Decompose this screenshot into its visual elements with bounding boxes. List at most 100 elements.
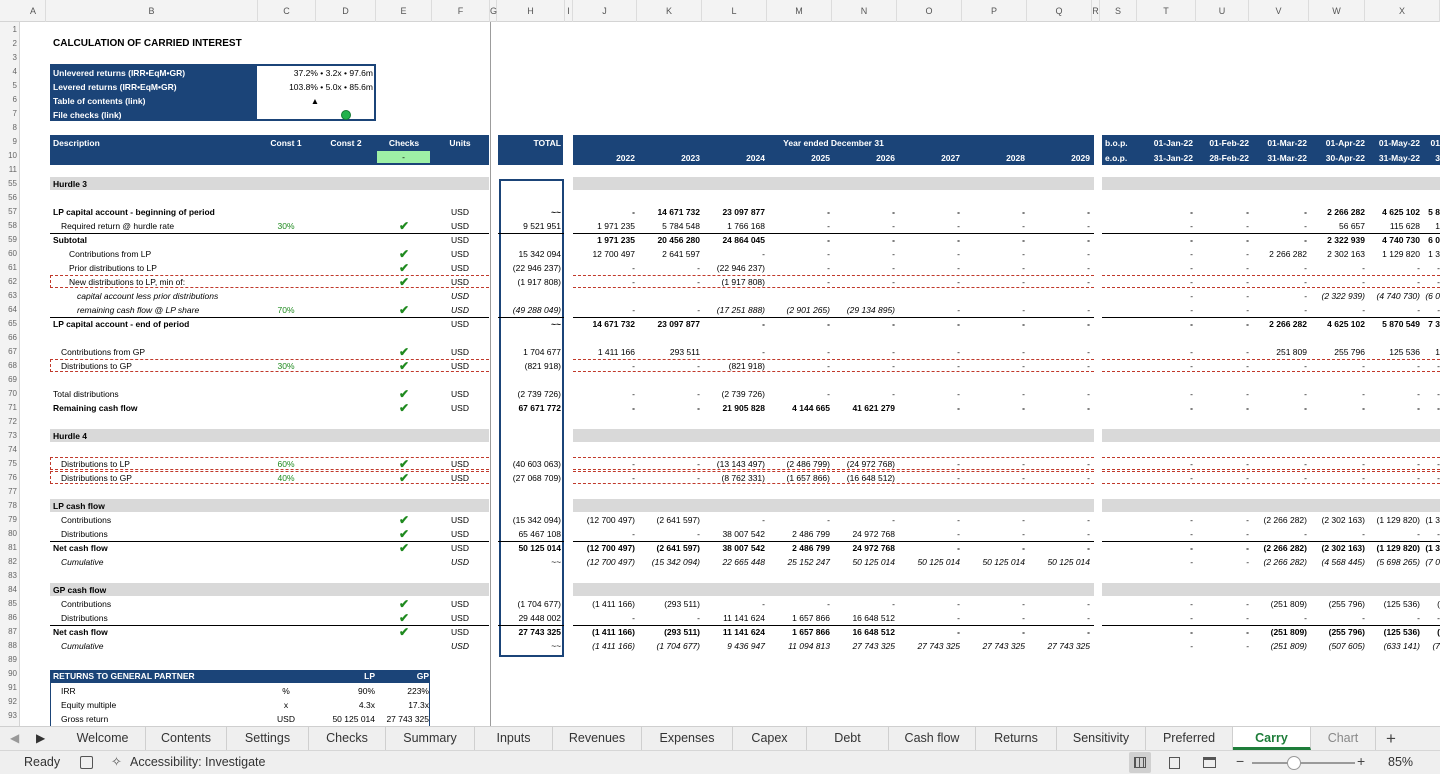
year-value[interactable]: 11 141 624 [703,625,765,639]
month-value[interactable]: - [1193,401,1249,415]
tab-expenses[interactable]: Expenses [642,727,733,750]
year-value[interactable]: 5 784 548 [638,219,700,233]
month-value[interactable]: - [1137,205,1193,219]
year-value[interactable]: - [1028,247,1090,261]
year-value[interactable]: 50 125 014 [833,555,895,569]
year-value[interactable]: 1 766 168 [703,219,765,233]
row-header-6[interactable]: 6 [0,93,19,107]
row-header-92[interactable]: 92 [0,695,19,709]
year-value[interactable]: 50 125 014 [1028,555,1090,569]
month-value[interactable]: (2 302 163) [1309,513,1365,527]
year-value[interactable]: 22 665 448 [703,555,765,569]
row-header-87[interactable]: 87 [0,625,19,639]
column-header-f[interactable]: F [432,0,490,22]
month-value[interactable]: - [1250,401,1307,415]
column-header-q[interactable]: Q [1027,0,1092,22]
year-value[interactable]: - [768,261,830,275]
year-value[interactable]: - [1028,219,1090,233]
accessibility-status[interactable]: Accessibility: Investigate [130,755,265,769]
year-value[interactable]: (293 511) [638,625,700,639]
year-value[interactable]: 24 972 768 [833,527,895,541]
row-header-82[interactable]: 82 [0,555,19,569]
year-value[interactable]: 27 743 325 [963,639,1025,653]
year-value[interactable]: - [898,233,960,247]
month-value[interactable]: (2 266 282) [1250,541,1307,555]
year-value[interactable]: - [833,219,895,233]
year-value[interactable]: - [573,611,635,625]
tab-inputs[interactable]: Inputs [475,727,553,750]
row-header-59[interactable]: 59 [0,233,19,247]
year-value[interactable]: - [1028,387,1090,401]
year-value[interactable]: (17 251 888) [703,303,765,317]
year-value[interactable]: (15 342 094) [638,555,700,569]
month-value[interactable]: - [1365,261,1420,275]
year-value[interactable]: - [898,541,960,555]
year-value[interactable]: - [1028,513,1090,527]
total-value[interactable]: 27 743 325 [501,625,561,639]
scroll-left-icon[interactable]: ◀ [10,731,19,745]
row-header-78[interactable]: 78 [0,499,19,513]
month-value[interactable]: - [1193,625,1249,639]
year-value[interactable]: - [768,597,830,611]
tab-cash-flow[interactable]: Cash flow [889,727,976,750]
column-header-t[interactable]: T [1137,0,1196,22]
year-value[interactable]: - [833,387,895,401]
year-value[interactable]: - [963,625,1025,639]
month-value[interactable]: - [1193,387,1249,401]
year-value[interactable]: - [833,513,895,527]
year-value[interactable]: - [573,261,635,275]
row-header-90[interactable]: 90 [0,667,19,681]
year-value[interactable]: - [963,387,1025,401]
month-value[interactable]: - [1250,611,1307,625]
total-value[interactable]: ~~ [501,317,561,331]
column-header-c[interactable]: C [258,0,316,22]
column-header-k[interactable]: K [637,0,702,22]
year-value[interactable]: - [638,387,700,401]
year-value[interactable]: - [1028,233,1090,247]
month-value[interactable]: - [1193,639,1249,653]
month-value[interactable]: - [1193,527,1249,541]
year-value[interactable]: - [768,513,830,527]
year-value[interactable]: - [1028,317,1090,331]
year-value[interactable]: 4 144 665 [768,401,830,415]
month-value[interactable]: (255 796) [1309,625,1365,639]
year-value[interactable]: - [703,513,765,527]
month-value[interactable]: (251 809) [1250,639,1307,653]
year-value[interactable]: 14 671 732 [638,205,700,219]
row-header-57[interactable]: 57 [0,205,19,219]
year-value[interactable]: 1 657 866 [768,611,830,625]
column-header-d[interactable]: D [316,0,376,22]
month-value[interactable]: (1 3 [1423,513,1440,527]
row-header-75[interactable]: 75 [0,457,19,471]
month-value[interactable]: - [1137,513,1193,527]
month-value[interactable]: - [1137,625,1193,639]
column-header-s[interactable]: S [1100,0,1137,22]
month-value[interactable]: 2 266 282 [1250,317,1307,331]
month-value[interactable]: - [1137,611,1193,625]
total-value[interactable]: 9 521 951 [501,219,561,233]
total-value[interactable]: (27 068 709) [501,471,561,485]
row-header-68[interactable]: 68 [0,359,19,373]
year-value[interactable]: - [573,401,635,415]
year-value[interactable]: - [963,513,1025,527]
row-header-7[interactable]: 7 [0,107,19,121]
year-value[interactable]: - [963,219,1025,233]
year-value[interactable]: - [963,597,1025,611]
year-value[interactable]: - [638,401,700,415]
total-value[interactable]: (2 739 726) [501,387,561,401]
month-value[interactable]: - [1137,219,1193,233]
month-value[interactable]: (4 740 730) [1365,289,1420,303]
year-value[interactable]: - [768,233,830,247]
year-value[interactable]: - [898,625,960,639]
row-header-85[interactable]: 85 [0,597,19,611]
year-value[interactable]: - [833,205,895,219]
year-value[interactable]: (2 641 597) [638,541,700,555]
row-header-61[interactable]: 61 [0,261,19,275]
year-value[interactable]: - [1028,303,1090,317]
row-header-8[interactable]: 8 [0,121,19,135]
zoom-slider-thumb[interactable] [1287,756,1301,770]
year-value[interactable]: - [898,303,960,317]
year-value[interactable]: 50 125 014 [963,555,1025,569]
toc-link[interactable]: Table of contents (link) [53,94,145,108]
month-value[interactable]: 1 3 [1423,247,1440,261]
